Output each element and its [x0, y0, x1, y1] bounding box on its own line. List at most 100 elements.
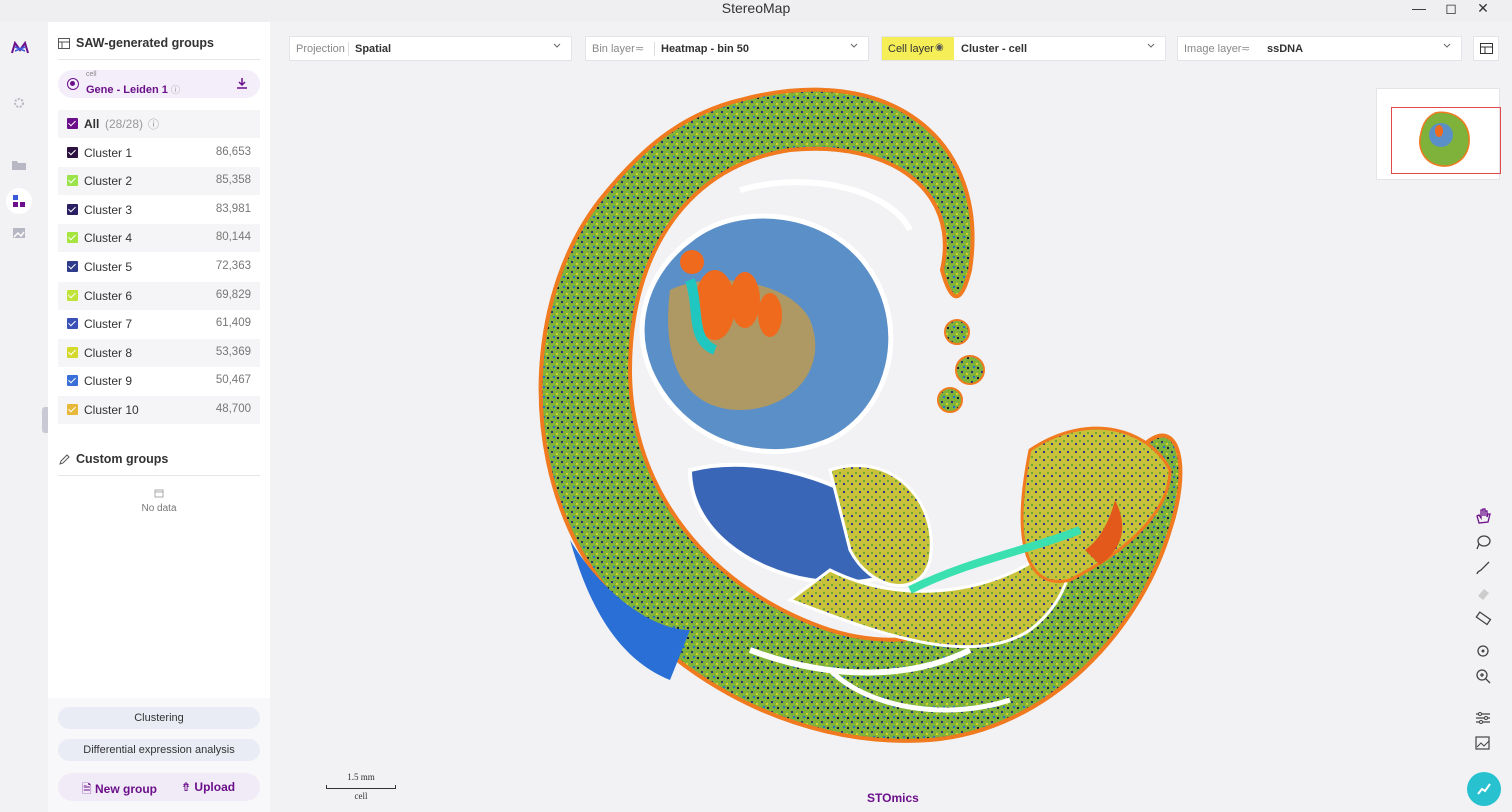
list-item-cluster[interactable]: Cluster 5 72,363: [58, 253, 260, 281]
cluster-checkbox[interactable]: [67, 261, 78, 272]
cluster-count: 86,653: [215, 145, 251, 158]
scale-unit: cell: [354, 791, 368, 801]
projection-select[interactable]: Projection Spatial: [289, 36, 572, 61]
cluster-checkbox[interactable]: [67, 232, 78, 244]
cluster-checkbox[interactable]: [67, 346, 78, 358]
dea-button[interactable]: Differential expression analysis: [58, 739, 260, 761]
zoom-icon[interactable]: [1474, 668, 1492, 684]
bin-layer-label: Bin layer: [592, 43, 635, 55]
chevron-down-icon: [850, 43, 858, 48]
spatial-canvas[interactable]: [270, 70, 1512, 812]
all-count: (28/28): [105, 117, 144, 131]
close-button[interactable]: ✕: [1473, 0, 1493, 16]
trend-chart-icon: [1477, 783, 1491, 795]
locate-icon[interactable]: [1474, 643, 1492, 659]
list-item-cluster[interactable]: Cluster 9 50,467: [58, 367, 260, 395]
list-item-all[interactable]: All (28/28) ⓘ: [58, 110, 260, 138]
app-logo-icon[interactable]: [11, 41, 29, 55]
chevron-down-icon: [553, 43, 561, 48]
list-item-cluster[interactable]: Cluster 2 85,358: [58, 167, 260, 196]
bin-layer-select[interactable]: Bin layer ≂ Heatmap - bin 50: [585, 36, 869, 61]
list-item-cluster[interactable]: Cluster 8 53,369: [58, 338, 260, 367]
cluster-checkbox[interactable]: [67, 146, 78, 158]
cell-layer-value: Cluster - cell: [961, 43, 1028, 55]
brand-logo: STOmics: [867, 791, 919, 805]
projection-value: Spatial: [355, 43, 392, 55]
selected-grouping[interactable]: cell Gene - Leiden 1 ⓘ: [58, 70, 260, 98]
image-layer-select[interactable]: Image layer ≂ ssDNA: [1177, 36, 1462, 61]
groups-panel: SAW-generated groups cell Gene - Leiden …: [48, 22, 270, 812]
export-image-icon[interactable]: [1474, 735, 1492, 751]
cluster-count: 53,369: [215, 345, 251, 358]
list-item-cluster[interactable]: Cluster 7 61,409: [58, 310, 260, 338]
cluster-checkbox[interactable]: [67, 289, 78, 301]
lasso-icon[interactable]: [1474, 534, 1492, 550]
cluster-label: Cluster 6: [84, 288, 133, 303]
cluster-count: 48,700: [215, 403, 251, 415]
cell-layer-label: Cell layer: [888, 43, 934, 55]
groups-tab[interactable]: [6, 188, 32, 214]
pencil-icon: [59, 454, 70, 465]
empty-box-icon: [154, 489, 164, 498]
cell-layer-select[interactable]: Cell layer ◉ Cluster - cell: [881, 36, 1166, 61]
minimap[interactable]: [1376, 88, 1501, 180]
new-group-button[interactable]: 🗎 New group: [82, 780, 157, 801]
cluster-list: All (28/28) ⓘ Cluster 1 86,653 Cluster 2 85…: [58, 110, 260, 436]
list-item-cluster[interactable]: Cluster 4 80,144: [58, 224, 260, 253]
grouping-radio[interactable]: [67, 78, 79, 90]
cluster-label: Cluster 5: [84, 260, 133, 274]
list-item-cluster[interactable]: Cluster 1 86,653: [58, 139, 260, 167]
list-item-cluster[interactable]: Cluster 10 48,700: [58, 396, 260, 424]
minimize-button[interactable]: —: [1409, 0, 1429, 16]
ruler-icon[interactable]: [1474, 610, 1492, 626]
settings-icon[interactable]: [11, 96, 27, 110]
cluster-checkbox[interactable]: [67, 203, 78, 215]
analysis-fab-button[interactable]: [1467, 772, 1501, 806]
eye-icon[interactable]: ◉: [935, 42, 944, 53]
eraser-icon[interactable]: [1474, 585, 1492, 601]
brush-icon[interactable]: [1474, 560, 1492, 576]
table-layout-icon: [1480, 43, 1493, 54]
info-icon: ⓘ: [148, 119, 159, 131]
eye-hidden-icon[interactable]: ≂: [635, 42, 644, 55]
cluster-checkbox[interactable]: [67, 175, 78, 187]
download-icon[interactable]: [236, 77, 248, 89]
cluster-count: 85,358: [215, 174, 251, 187]
chevron-down-icon: [1147, 43, 1155, 48]
image-icon[interactable]: [11, 226, 27, 240]
image-layer-label: Image layer: [1184, 43, 1242, 55]
image-layer-value: ssDNA: [1267, 43, 1304, 55]
cluster-label: Cluster 8: [84, 345, 133, 360]
upload-icon: ⇮: [181, 780, 192, 794]
cluster-count: 50,467: [215, 374, 251, 387]
eye-hidden-icon[interactable]: ≂: [1241, 42, 1250, 55]
list-item-cluster[interactable]: Cluster 3 83,981: [58, 196, 260, 224]
cluster-label: Cluster 3: [84, 202, 133, 217]
sliders-icon[interactable]: [1474, 710, 1492, 726]
panel-footer: Clustering Differential expression analy…: [48, 698, 270, 812]
scale-bar: 1.5 mm cell: [326, 772, 396, 802]
all-checkbox[interactable]: [67, 118, 78, 129]
folder-icon[interactable]: [11, 158, 27, 172]
title-bar: StereoMap — ◻ ✕: [0, 0, 1512, 22]
cluster-checkbox[interactable]: [67, 404, 78, 415]
grouping-name: Gene - Leiden 1 ⓘ: [86, 84, 180, 96]
projection-label: Projection: [296, 43, 345, 55]
upload-button[interactable]: ⇮ Upload: [181, 780, 235, 794]
window-title: StereoMap: [721, 0, 791, 16]
new-file-icon: 🗎: [82, 782, 92, 796]
maximize-button[interactable]: ◻: [1441, 0, 1461, 16]
hand-icon[interactable]: [1474, 508, 1492, 524]
list-item-cluster[interactable]: Cluster 6 69,829: [58, 281, 260, 310]
cluster-label: Cluster 4: [84, 231, 133, 246]
clustering-button[interactable]: Clustering: [58, 707, 260, 729]
grouping-kind: cell: [86, 71, 97, 78]
cluster-checkbox[interactable]: [67, 375, 78, 387]
cluster-label: Cluster 7: [84, 317, 133, 332]
info-icon: ⓘ: [170, 85, 180, 95]
table-icon: [58, 38, 70, 49]
cluster-checkbox[interactable]: [67, 318, 78, 330]
cluster-label: Cluster 2: [84, 174, 133, 189]
cluster-label: Cluster 10: [84, 403, 139, 417]
layout-toggle-button[interactable]: [1473, 36, 1499, 61]
